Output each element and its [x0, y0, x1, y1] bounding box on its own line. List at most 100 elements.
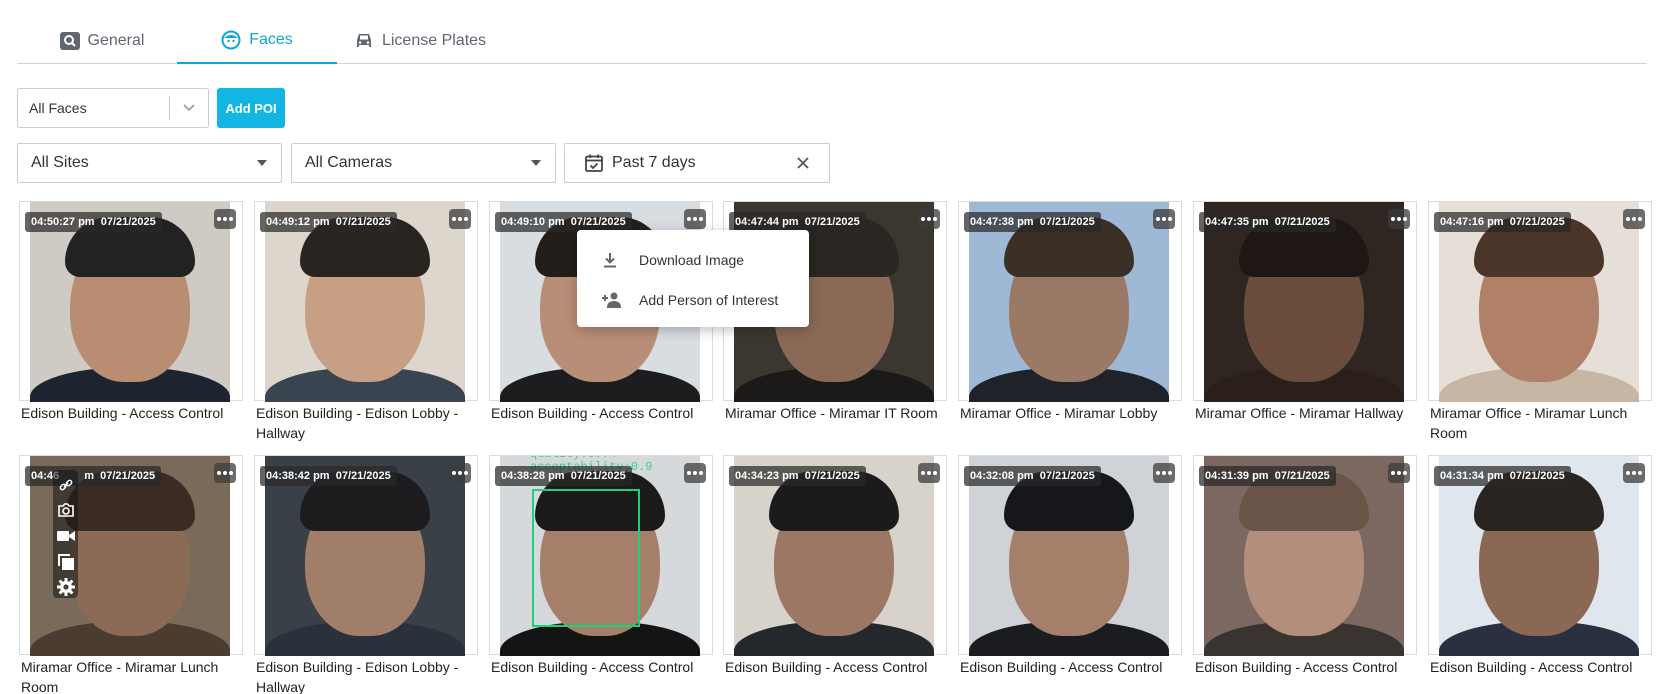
card-location-caption: Edison Building - Access Control	[21, 405, 224, 421]
faces-filter-value: All Faces	[29, 100, 87, 116]
tab-faces[interactable]: Faces	[177, 18, 337, 64]
search-icon	[59, 31, 80, 51]
more-dot	[687, 471, 691, 475]
more-options-button[interactable]	[1623, 463, 1645, 483]
more-options-button[interactable]	[449, 463, 471, 483]
face-thumbnail[interactable]	[1439, 202, 1639, 402]
face-result-card[interactable]: 04:47:38 pm 07/21/2025 Miramar Office - …	[958, 201, 1182, 423]
face-thumbnail[interactable]	[1204, 456, 1404, 656]
timestamp-badge: 04:49:12 pm 07/21/2025	[260, 212, 397, 232]
caret-down-icon	[531, 160, 541, 166]
timestamp-date: 07/21/2025	[100, 216, 156, 228]
card-location-caption: Edison Building - Access Control	[1195, 659, 1398, 675]
face-thumbnail-frame[interactable]: 04:31:39 pm 07/21/2025	[1193, 455, 1417, 656]
face-thumbnail-frame[interactable]: 04:47:16 pm 07/21/2025	[1428, 201, 1652, 402]
tab-general-label: General	[87, 32, 145, 49]
faces-filter-select[interactable]: All Faces	[17, 88, 209, 128]
face-thumbnail-frame[interactable]: 04:31:34 pm 07/21/2025	[1428, 455, 1652, 656]
tab-general[interactable]: General	[37, 18, 167, 64]
cameras-select-value: All Cameras	[305, 154, 393, 171]
date-range-picker[interactable]: Past 7 days	[564, 143, 830, 183]
timestamp-badge: 04:34:23 pm 07/21/2025	[729, 466, 866, 486]
timestamp-badge: 04:49:10 pm 07/21/2025	[495, 212, 632, 232]
camera-icon[interactable]	[56, 500, 76, 522]
timestamp-badge: 04:47:35 pm 07/21/2025	[1199, 212, 1336, 232]
face-thumbnail-frame[interactable]: 04:38:42 pm 07/21/2025	[254, 455, 478, 656]
face-result-card[interactable]: 04:32:08 pm 07/21/2025 Edison Building -…	[958, 455, 1182, 677]
add-poi-button[interactable]: Add POI	[217, 88, 285, 128]
more-options-button[interactable]	[1623, 209, 1645, 229]
more-dot	[1638, 471, 1642, 475]
timestamp-time: 04:31:34 pm	[1440, 470, 1504, 482]
more-options-button[interactable]	[1388, 463, 1410, 483]
more-options-button[interactable]	[214, 463, 236, 483]
timestamp-time: 04:47:16 pm	[1440, 216, 1504, 228]
face-result-card[interactable]: 04:34:23 pm 07/21/2025 Edison Building -…	[723, 455, 947, 677]
more-dot	[1626, 471, 1630, 475]
more-options-button[interactable]	[684, 209, 706, 229]
more-options-button[interactable]	[684, 463, 706, 483]
video-camera-icon[interactable]	[56, 525, 76, 547]
more-options-button[interactable]	[918, 463, 940, 483]
sites-select-value: All Sites	[31, 154, 89, 171]
more-options-button[interactable]	[449, 209, 471, 229]
face-thumbnail-frame[interactable]: 04:47:38 pm 07/21/2025	[958, 201, 1182, 402]
face-icon	[221, 30, 241, 50]
face-result-card[interactable]: 04:31:39 pm 07/21/2025 Edison Building -…	[1193, 455, 1417, 677]
card-location-caption: Edison Building - Edison Lobby - Hallway	[256, 405, 459, 441]
face-result-card[interactable]: 04:47:35 pm 07/21/2025 Miramar Office - …	[1193, 201, 1417, 423]
timestamp-time: 04:47:35 pm	[1205, 216, 1269, 228]
menu-item-add-person-of-interest[interactable]: Add Person of Interest	[577, 280, 809, 320]
more-options-button[interactable]	[1153, 209, 1175, 229]
more-options-button[interactable]	[1388, 209, 1410, 229]
more-dot	[1397, 471, 1401, 475]
card-location-caption: Edison Building - Edison Lobby - Hallway	[256, 659, 459, 694]
face-thumbnail[interactable]	[734, 456, 934, 656]
timestamp-date: 07/21/2025	[1509, 216, 1565, 228]
face-result-card[interactable]: 04:38:42 pm 07/21/2025 Edison Building -…	[254, 455, 478, 694]
more-options-button[interactable]	[1153, 463, 1175, 483]
face-thumbnail[interactable]: quality:0.74acceptability:0.9	[500, 456, 700, 656]
copy-icon[interactable]	[56, 551, 76, 573]
face-result-card[interactable]: 04:47:16 pm 07/21/2025 Miramar Office - …	[1428, 201, 1652, 443]
face-thumbnail[interactable]	[1439, 456, 1639, 656]
chevron-down-icon[interactable]	[170, 104, 208, 112]
face-thumbnail-frame[interactable]: quality:0.74acceptability:0.9 04:38:28 p…	[489, 455, 713, 656]
timestamp-date: 07/21/2025	[570, 470, 626, 482]
face-thumbnail[interactable]	[969, 202, 1169, 402]
face-thumbnail-frame[interactable]: 04:32:08 pm 07/21/2025	[958, 455, 1182, 656]
more-dot	[1168, 217, 1172, 221]
timestamp-badge: 04:31:34 pm 07/21/2025	[1434, 466, 1571, 486]
menu-item-download-image[interactable]: Download Image	[577, 240, 809, 280]
more-dot	[1156, 217, 1160, 221]
face-result-card[interactable]: quality:0.74acceptability:0.9 04:38:28 p…	[489, 455, 713, 677]
more-dot	[458, 217, 462, 221]
more-dot	[229, 217, 233, 221]
timestamp-time: 04:34:23 pm	[735, 470, 799, 482]
face-thumbnail-frame[interactable]: 04:49:12 pm 07/21/2025	[254, 201, 478, 402]
face-thumbnail[interactable]	[265, 456, 465, 656]
cameras-select[interactable]: All Cameras	[291, 143, 556, 183]
face-thumbnail[interactable]	[265, 202, 465, 402]
more-options-button[interactable]	[214, 209, 236, 229]
face-thumbnail[interactable]	[30, 202, 230, 402]
gear-icon[interactable]	[56, 576, 76, 598]
face-result-card[interactable]: 04:50:27 pm 07/21/2025 Edison Building -…	[19, 201, 243, 423]
tab-license-plates[interactable]: License Plates	[347, 18, 493, 64]
card-location-caption: Miramar Office - Miramar Lunch Room	[1430, 405, 1628, 441]
timestamp-badge: 04:47:38 pm 07/21/2025	[964, 212, 1101, 232]
more-options-button[interactable]	[918, 209, 940, 229]
face-thumbnail-frame[interactable]: 04:34:23 pm 07/21/2025	[723, 455, 947, 656]
date-range-value: Past 7 days	[612, 154, 696, 171]
face-thumbnail-frame[interactable]: 04:50:27 pm 07/21/2025	[19, 201, 243, 402]
clear-icon[interactable]	[793, 156, 813, 170]
card-location-caption: Edison Building - Access Control	[491, 405, 694, 421]
face-thumbnail[interactable]	[969, 456, 1169, 656]
face-thumbnail-frame[interactable]: 04:47:35 pm 07/21/2025	[1193, 201, 1417, 402]
face-thumbnail[interactable]	[1204, 202, 1404, 402]
link-icon[interactable]	[56, 474, 76, 496]
face-result-card[interactable]: 04:31:34 pm 07/21/2025 Edison Building -…	[1428, 455, 1652, 677]
face-result-card[interactable]: 04:49:12 pm 07/21/2025 Edison Building -…	[254, 201, 478, 443]
timestamp-badge: 04:47:44 pm 07/21/2025	[729, 212, 866, 232]
sites-select[interactable]: All Sites	[17, 143, 282, 183]
